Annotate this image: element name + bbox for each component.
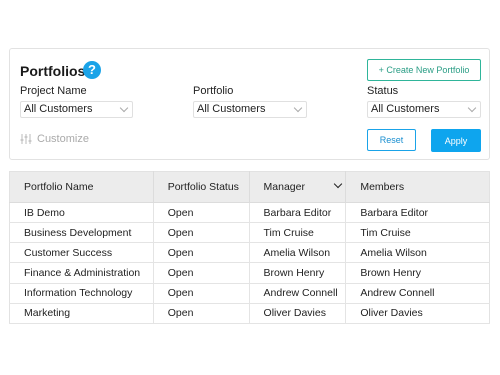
- cell-members: Andrew Connell: [345, 283, 490, 304]
- portfolio-label: Portfolio: [193, 85, 234, 97]
- portfolio-table: Portfolio Name Portfolio Status Manager …: [9, 171, 490, 325]
- project-name-value: All Customers: [24, 103, 93, 115]
- table-row[interactable]: Customer Success Open Amelia Wilson Amel…: [9, 242, 490, 264]
- cell-portfolio-name[interactable]: Information Technology: [9, 283, 154, 304]
- create-portfolio-button[interactable]: + Create New Portfolio: [367, 59, 481, 81]
- portfolio-select[interactable]: All Customers: [193, 101, 307, 118]
- portfolio-value: All Customers: [197, 103, 266, 115]
- help-icon[interactable]: ?: [83, 61, 101, 79]
- project-name-select[interactable]: All Customers: [20, 101, 133, 118]
- chevron-down-icon: [119, 103, 129, 113]
- cell-portfolio-status: Open: [153, 283, 250, 304]
- cell-portfolio-name[interactable]: Finance & Administration: [9, 262, 154, 284]
- cell-manager: Amelia Wilson: [249, 242, 347, 264]
- cell-portfolio-name[interactable]: Customer Success: [9, 242, 154, 264]
- chevron-down-icon: [293, 103, 303, 113]
- column-header-members[interactable]: Members: [345, 171, 490, 203]
- column-header-portfolio-name[interactable]: Portfolio Name: [9, 171, 154, 203]
- filter-panel: Portfolios ? + Create New Portfolio Proj…: [9, 48, 490, 160]
- cell-manager: Tim Cruise: [249, 222, 347, 244]
- cell-members: Brown Henry: [345, 262, 490, 284]
- cell-manager: Oliver Davies: [249, 303, 347, 325]
- cell-portfolio-status: Open: [153, 303, 250, 325]
- status-label: Status: [367, 85, 399, 97]
- status-value: All Customers: [371, 103, 440, 115]
- cell-members: Barbara Editor: [345, 202, 490, 224]
- page-title: Portfolios: [20, 63, 86, 79]
- table-row[interactable]: Information Technology Open Andrew Conne…: [9, 283, 490, 304]
- column-header-portfolio-status[interactable]: Portfolio Status: [153, 171, 250, 203]
- table-row[interactable]: Finance & Administration Open Brown Henr…: [9, 262, 490, 284]
- cell-manager: Barbara Editor: [249, 202, 347, 224]
- sliders-icon: [20, 134, 32, 144]
- cell-members: Amelia Wilson: [345, 242, 490, 264]
- cell-portfolio-status: Open: [153, 242, 250, 264]
- customize-button[interactable]: Customize: [20, 133, 89, 145]
- table-row[interactable]: IB Demo Open Barbara Editor Barbara Edit…: [9, 202, 490, 224]
- cell-members: Oliver Davies: [345, 303, 490, 325]
- cell-portfolio-status: Open: [153, 262, 250, 284]
- chevron-down-icon[interactable]: [333, 179, 343, 189]
- cell-portfolio-name[interactable]: Business Development: [9, 222, 154, 244]
- cell-members: Tim Cruise: [345, 222, 490, 244]
- table-row[interactable]: Business Development Open Tim Cruise Tim…: [9, 222, 490, 244]
- cell-portfolio-name[interactable]: IB Demo: [9, 202, 154, 224]
- cell-portfolio-name[interactable]: Marketing: [9, 303, 154, 325]
- project-name-label: Project Name: [20, 85, 87, 97]
- reset-button[interactable]: Reset: [367, 129, 416, 151]
- cell-portfolio-status: Open: [153, 222, 250, 244]
- table-row[interactable]: Marketing Open Oliver Davies Oliver Davi…: [9, 303, 490, 325]
- customize-label: Customize: [37, 133, 89, 145]
- status-select[interactable]: All Customers: [367, 101, 481, 118]
- table-header-row: Portfolio Name Portfolio Status Manager …: [9, 171, 490, 203]
- column-header-manager[interactable]: Manager: [249, 171, 347, 203]
- cell-manager: Andrew Connell: [249, 283, 347, 304]
- cell-portfolio-status: Open: [153, 202, 250, 224]
- apply-button[interactable]: Apply: [431, 129, 481, 152]
- column-header-manager-label: Manager: [263, 181, 305, 193]
- cell-manager: Brown Henry: [249, 262, 347, 284]
- chevron-down-icon: [467, 103, 477, 113]
